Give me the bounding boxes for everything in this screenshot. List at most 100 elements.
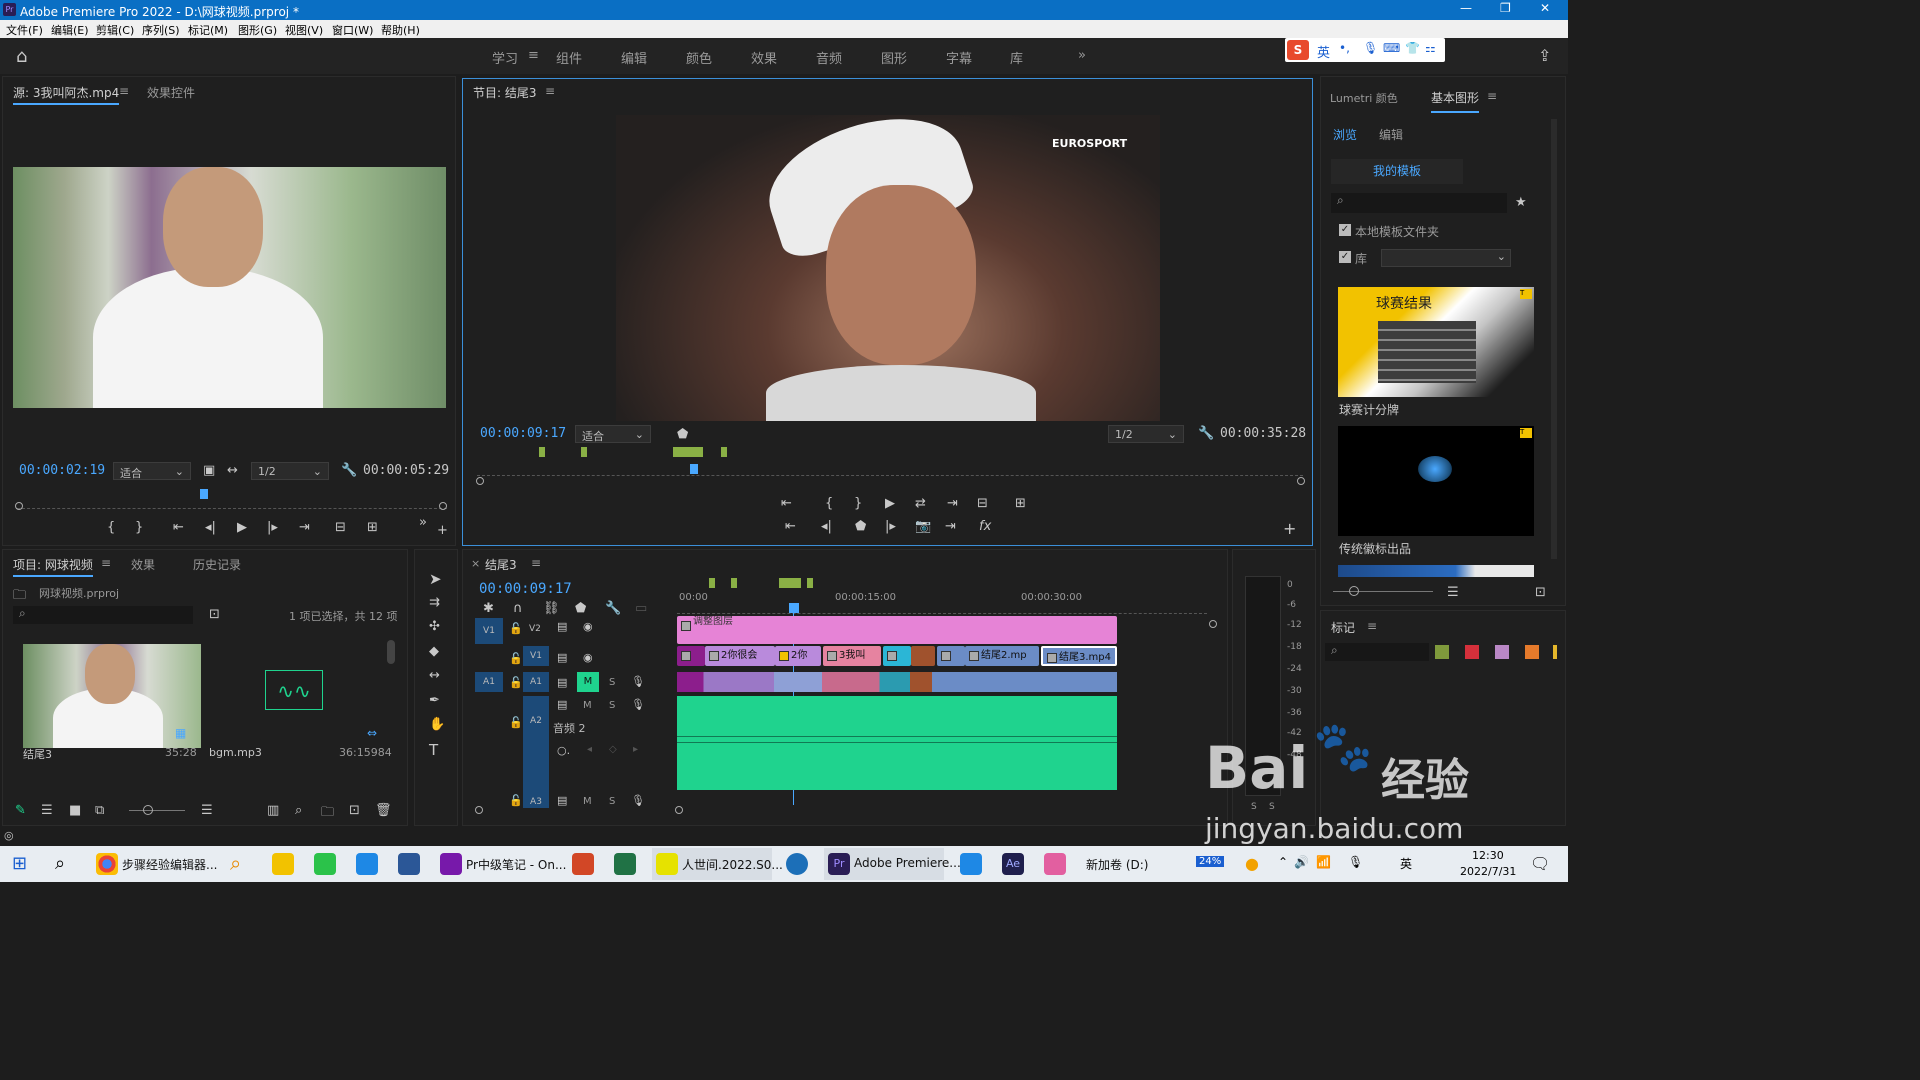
panel-menu-icon[interactable]: ≡ [531, 556, 541, 570]
share-icon[interactable]: ⇪ [1538, 46, 1551, 65]
tab-lumetri-color[interactable]: Lumetri 颜色 [1330, 90, 1398, 106]
premiere-icon[interactable]: Pr [828, 853, 850, 875]
clip-v1-0[interactable] [677, 646, 705, 666]
microphone-icon[interactable]: 🎙 [1363, 41, 1378, 55]
source-resolution-select[interactable]: 1/2 ⌄ [251, 462, 329, 480]
minimize-button[interactable]: — [1460, 1, 1472, 15]
clock-date[interactable]: 2022/7/31 [1460, 865, 1516, 878]
microphone-icon[interactable]: 🎙 [1348, 855, 1363, 869]
tab-program[interactable]: 节目: 结尾3 [473, 84, 537, 101]
clock-time[interactable]: 12:30 [1472, 849, 1504, 862]
marker-pin-icon[interactable]: ⬟ [855, 519, 866, 534]
menu-file[interactable]: 文件(F) [6, 22, 43, 38]
wifi-icon[interactable]: 📶 [1316, 855, 1331, 869]
mute-a3-button[interactable]: M [583, 796, 592, 807]
ime-punct[interactable]: •, [1339, 41, 1350, 55]
insert-icon[interactable]: ↔ [227, 463, 238, 478]
zoom-handle-left[interactable] [15, 502, 23, 510]
clip-v1-2[interactable]: 2你 [775, 646, 821, 666]
more-controls-icon[interactable]: » [419, 515, 427, 530]
clip-v1-7[interactable]: 结尾2.mp [965, 646, 1039, 666]
trash-icon[interactable]: 🗑 [375, 803, 392, 818]
add-keyframe-icon[interactable]: ◇ [609, 744, 617, 755]
track-name-a3[interactable]: A3 [523, 796, 549, 808]
icon-view-icon[interactable]: ■ [69, 803, 81, 818]
add-button-icon[interactable]: + [1283, 519, 1296, 538]
tab-browse[interactable]: 浏览 [1333, 126, 1357, 143]
sync-lock-icon[interactable]: ▤ [557, 676, 567, 689]
tab-effect-controls[interactable]: 效果控件 [147, 84, 195, 101]
ime-lang[interactable]: 英 [1317, 42, 1330, 61]
search-app-icon[interactable]: ⌕ [230, 851, 241, 875]
project-search-input[interactable]: ⌕ [13, 606, 193, 624]
track-name-v1[interactable]: V1 [523, 646, 549, 666]
marker-icon[interactable]: ⬟ [677, 427, 688, 442]
marker-color-red[interactable] [1465, 645, 1479, 659]
home-icon[interactable]: ⌂ [16, 46, 27, 67]
clip-a2-bgm[interactable] [677, 696, 1117, 790]
overwrite-icon[interactable]: ⊞ [367, 520, 378, 535]
wechat-icon[interactable] [314, 853, 336, 875]
notification-icon[interactable]: 🗨 [1530, 854, 1550, 873]
template-thumb-scoreboard[interactable]: 球赛结果 T [1338, 287, 1534, 397]
my-templates-button[interactable]: 我的模板 [1331, 159, 1463, 184]
library-checkbox[interactable]: ✓ [1339, 251, 1351, 263]
zoom-slider[interactable] [129, 810, 185, 811]
project-item-name[interactable]: 结尾3 [23, 746, 52, 762]
step-forward-icon[interactable]: |▸ [267, 520, 278, 535]
sync-lock-icon[interactable]: ▤ [557, 620, 567, 633]
marker-group[interactable] [673, 447, 703, 457]
marker-2[interactable] [581, 447, 587, 457]
nest-icon[interactable]: ✱ [483, 601, 494, 616]
marker-3[interactable] [807, 578, 813, 588]
new-bin-from-search-icon[interactable]: ⊡ [209, 607, 220, 622]
sort-icon[interactable]: ☰ [1447, 585, 1459, 600]
clip-v1-3[interactable]: 3我叫 [823, 646, 881, 666]
thumb-size-slider[interactable] [1333, 591, 1433, 592]
mark-out-icon[interactable]: } [135, 520, 143, 535]
list-view-icon[interactable]: ☰ [41, 803, 53, 818]
marker-1[interactable] [709, 578, 715, 588]
sync-lock-icon[interactable]: ▤ [557, 794, 567, 807]
search-icon[interactable]: ⌕ [55, 853, 65, 874]
panel-menu-icon[interactable]: ≡ [101, 556, 111, 570]
go-to-out-icon[interactable]: ⇥ [947, 496, 958, 511]
template-thumb-logo[interactable]: T [1338, 426, 1534, 536]
chrome-icon[interactable] [96, 853, 118, 875]
local-templates-checkbox[interactable]: ✓ [1339, 224, 1351, 236]
snap-icon[interactable]: ∩ [513, 601, 523, 616]
captions-icon[interactable]: ▭ [635, 601, 647, 616]
menu-view[interactable]: 视图(V) [285, 22, 323, 38]
workspace-menu-icon[interactable]: ≡ [528, 48, 539, 63]
step-back-icon[interactable]: ◂| [205, 520, 216, 535]
feishu-icon[interactable] [960, 853, 982, 875]
program-time-ruler[interactable] [477, 462, 1303, 476]
program-fit-select[interactable]: 适合 ⌄ [575, 425, 651, 443]
sync-lock-icon[interactable]: ▤ [557, 651, 567, 664]
marker-2[interactable] [731, 578, 737, 588]
timeline-playhead-head[interactable] [789, 603, 799, 613]
video-player-icon[interactable] [656, 853, 678, 875]
add-button-icon[interactable]: + [437, 523, 448, 538]
add-marker-icon[interactable]: ⇤ [781, 496, 792, 511]
solo-left-button[interactable]: S [1251, 802, 1257, 812]
wrench-icon[interactable]: 🔧 [1198, 426, 1214, 441]
sync-lock-icon[interactable]: ▤ [557, 698, 567, 711]
freeform-view-icon[interactable]: ⧉ [95, 803, 104, 818]
play-icon[interactable]: ▶ [885, 496, 895, 511]
type-tool-icon[interactable]: T [429, 741, 438, 759]
automate-icon[interactable]: ▥ [267, 803, 279, 818]
pen-tool-icon[interactable]: ✒ [429, 693, 440, 708]
audio-waveform-icon[interactable]: ∿∿ [265, 670, 323, 710]
marker-search-input[interactable]: ⌕ [1325, 643, 1429, 661]
taskbar-drive[interactable]: 新加卷 (D:) [1086, 856, 1148, 873]
workspace-libraries[interactable]: 库 [1010, 48, 1023, 67]
zoom-handle-right[interactable] [439, 502, 447, 510]
solo-right-button[interactable]: S [1269, 802, 1275, 812]
panel-menu-icon[interactable]: ≡ [545, 84, 555, 98]
timeline-settings-icon[interactable]: 🔧 [605, 601, 621, 616]
tab-effects[interactable]: 效果 [131, 556, 155, 573]
marker-color-green[interactable] [1435, 645, 1449, 659]
taskbar-item-video[interactable]: 人世间.2022.S0... [682, 856, 783, 873]
clip-a1-audio[interactable] [677, 672, 1117, 692]
